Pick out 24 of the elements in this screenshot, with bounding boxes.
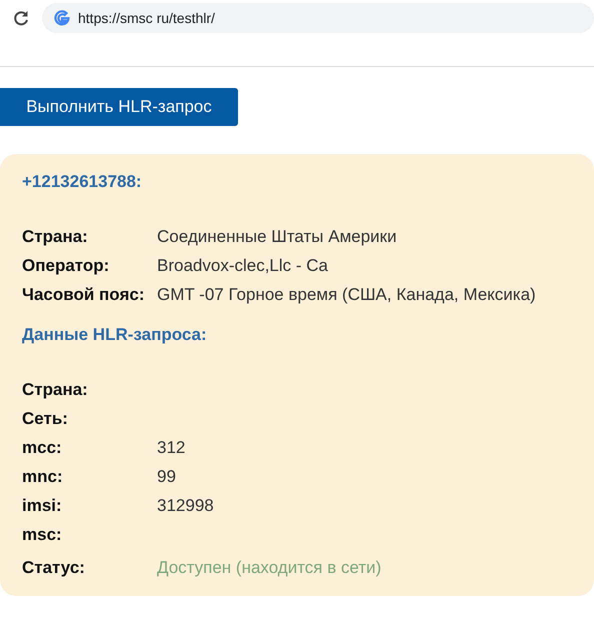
reload-icon[interactable]: [12, 9, 30, 27]
url-text: https://smsc ru/testhlr/: [78, 10, 215, 26]
field-label: mcc:: [22, 437, 63, 459]
phone-number-heading: +12132613788:: [22, 172, 143, 193]
field-label: msc:: [22, 524, 63, 546]
field-value: GMT -07 Горное время (США, Канада, Мексика): [157, 284, 537, 306]
field-label: Страна:: [22, 226, 89, 248]
field-label: Сеть:: [22, 408, 69, 430]
field-value: 312998: [157, 495, 215, 517]
field-value: Broadvox-clec,Llc - Ca: [157, 255, 330, 277]
section-heading: Данные HLR-запроса:: [22, 325, 208, 346]
hlr-request-button[interactable]: Выполнить HLR-запрос: [0, 88, 238, 126]
field-label: Часовой пояс:: [22, 284, 146, 306]
field-value: 99: [157, 466, 177, 488]
field-value: Соединенные Штаты Америки: [157, 226, 398, 248]
field-label: imsi:: [22, 495, 63, 517]
field-label: Оператор:: [22, 255, 110, 277]
field-label: Страна:: [22, 379, 89, 401]
field-value: 312: [157, 437, 186, 459]
address-bar[interactable]: https://smsc ru/testhlr/: [42, 3, 594, 33]
google-icon: [54, 10, 70, 26]
field-label: mnc:: [22, 466, 64, 488]
status-value: Доступен (находится в сети): [157, 557, 382, 579]
field-label: Статус:: [22, 557, 86, 579]
